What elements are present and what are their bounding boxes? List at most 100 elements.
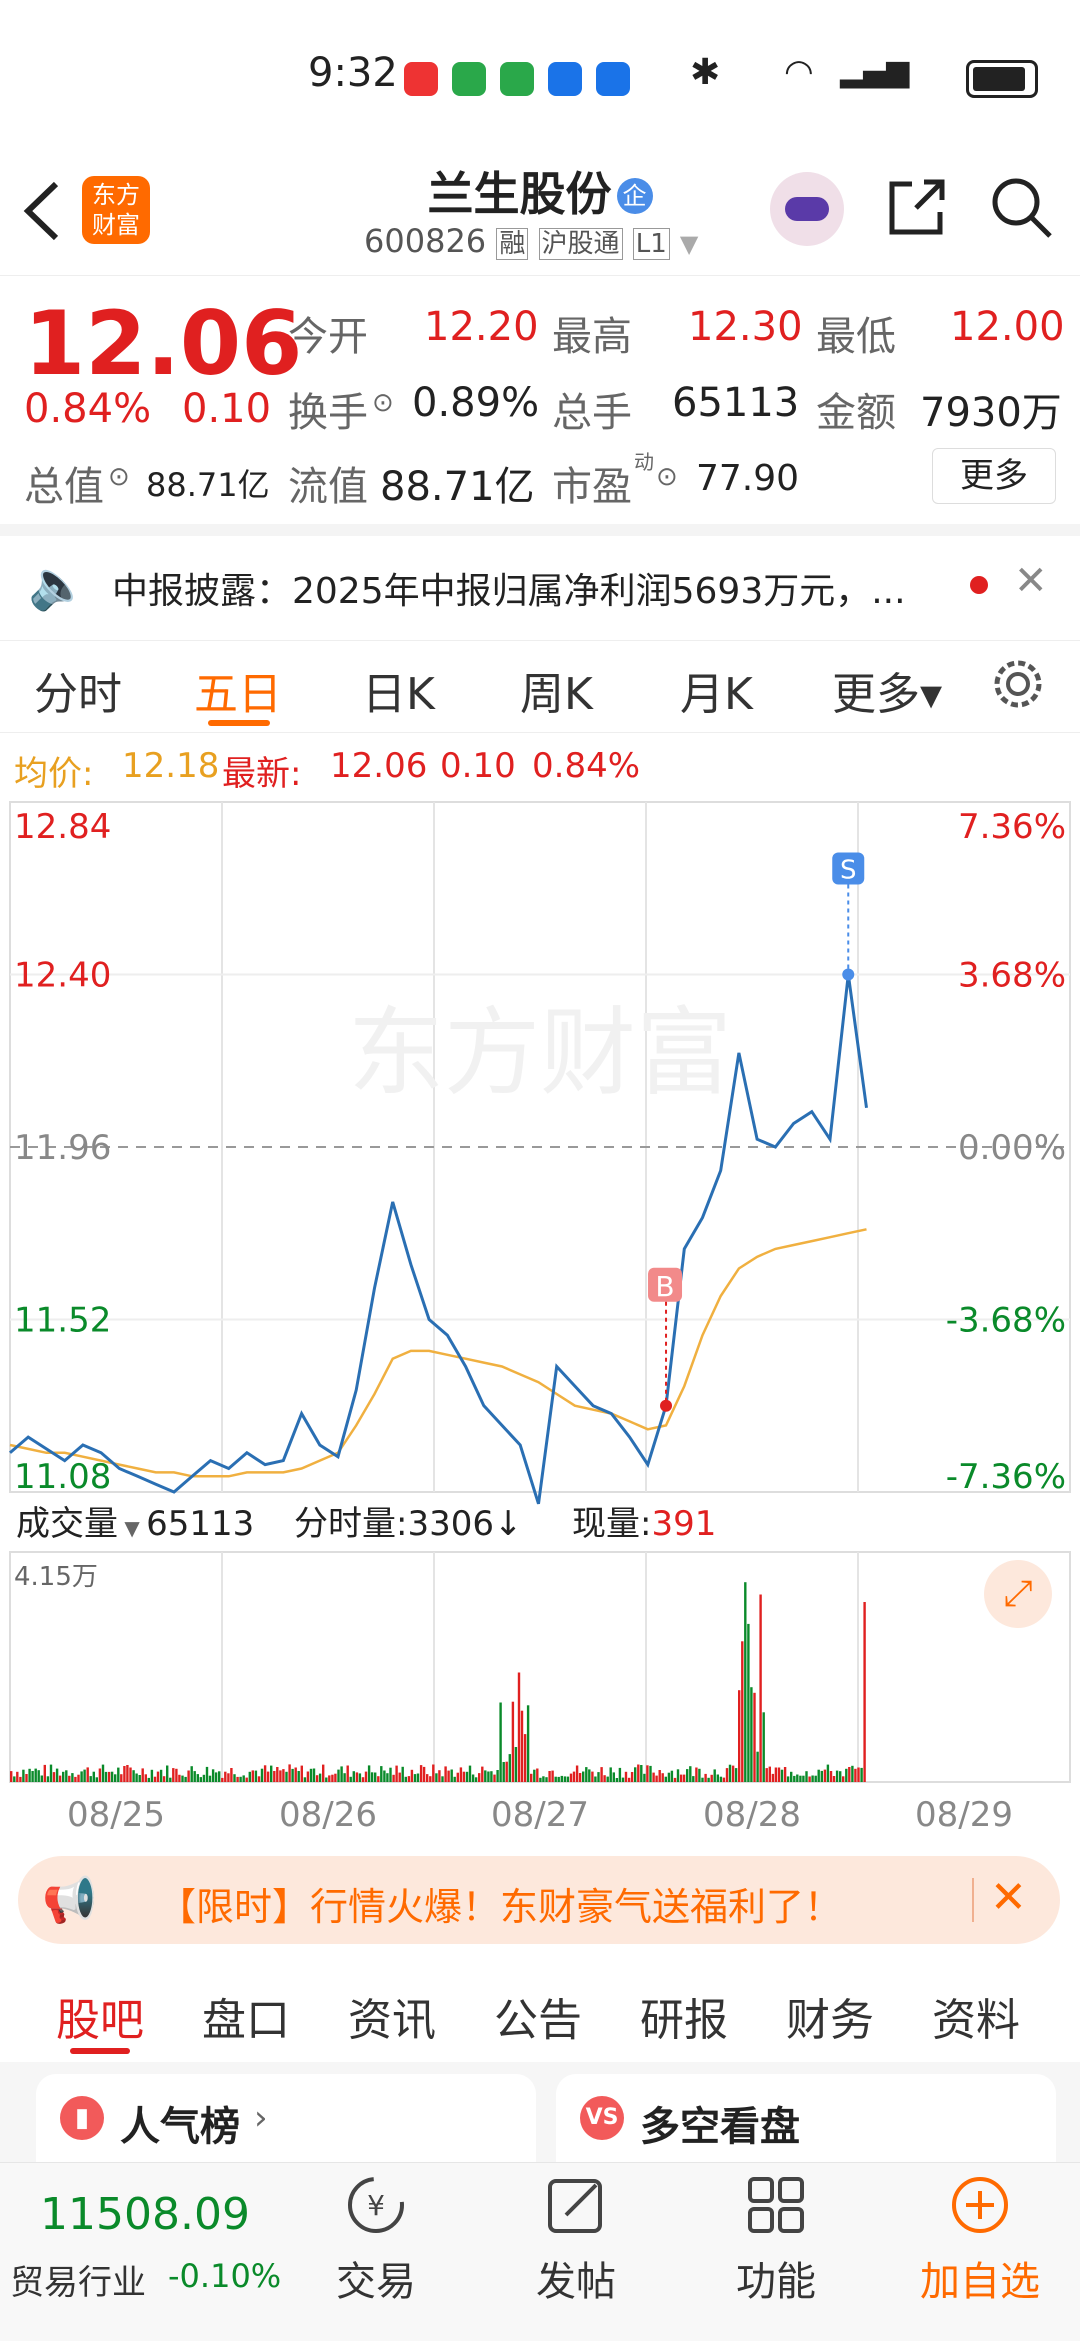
volume-bar — [499, 1702, 502, 1782]
tab-news[interactable]: 资讯 — [348, 1984, 436, 2048]
x-tick-label: 08/27 — [491, 1795, 589, 1835]
news-bar[interactable]: 🔈 中报披露：2025年中报归属净利润5693万元，... ✕ — [0, 524, 1080, 641]
expand-icon[interactable]: ⤢ — [984, 1560, 1052, 1628]
volume-bar — [190, 1766, 193, 1782]
volume-bar — [16, 1771, 19, 1782]
close-icon[interactable]: ✕ — [990, 1872, 1027, 1923]
promo-banner[interactable]: 📢 【限时】行情火爆！东财豪气送福利了！ ✕ — [18, 1856, 1060, 1944]
info-icon[interactable]: ⊙ — [108, 462, 130, 492]
volume-bar — [707, 1777, 710, 1782]
volume-bar — [802, 1775, 805, 1782]
volume-bar — [110, 1771, 114, 1782]
volume-label[interactable]: 成交量 — [16, 1504, 118, 1544]
volume-bar — [823, 1769, 827, 1782]
tab-research[interactable]: 研报 — [640, 1984, 728, 2048]
volume-bar — [303, 1777, 307, 1782]
volume-bar — [367, 1765, 371, 1782]
dropdown-icon[interactable]: ▼ — [118, 1516, 146, 1540]
volume-bar — [343, 1773, 346, 1782]
volume-bar — [695, 1767, 698, 1782]
volume-bar — [392, 1774, 395, 1782]
volume-bar — [655, 1775, 658, 1782]
status-time: 9:32 — [308, 50, 398, 96]
dropdown-icon[interactable]: ▼ — [680, 230, 698, 258]
popularity-card[interactable]: ▮ 人气榜 › — [36, 2074, 536, 2164]
change-amount: 0.10 — [182, 386, 272, 432]
trade-button[interactable]: ¥ 交易 — [306, 2173, 446, 2307]
volume-bar — [814, 1775, 817, 1782]
tab-profile[interactable]: 资料 — [932, 1984, 1020, 2048]
volume-bar — [612, 1772, 615, 1782]
volume-bar — [820, 1770, 823, 1782]
latest-change: 0.10 — [440, 746, 516, 786]
volume-bar — [597, 1772, 600, 1782]
settings-gear-icon[interactable] — [990, 656, 1046, 712]
volume-bar — [658, 1770, 661, 1782]
tab-intraday[interactable]: 分时 — [34, 658, 122, 722]
volume-bar — [377, 1776, 380, 1782]
volume-bar — [698, 1768, 701, 1782]
y-tick-left: 12.40 — [14, 956, 111, 996]
more-button[interactable]: 更多 — [932, 448, 1056, 504]
volume-bar — [374, 1772, 377, 1782]
info-icon[interactable]: ⊙ — [656, 462, 678, 492]
tab-finance[interactable]: 财务 — [786, 1984, 874, 2048]
volume-bar — [218, 1771, 221, 1782]
volume-bar — [557, 1776, 560, 1782]
volume-bar — [181, 1775, 184, 1782]
turnover-label: 换手 — [288, 390, 368, 436]
yen-cycle-icon: ¥ — [348, 2177, 404, 2233]
volume-bar — [456, 1772, 459, 1782]
close-icon[interactable]: ✕ — [1014, 558, 1048, 604]
volume-bar — [416, 1773, 420, 1782]
volume-bar — [202, 1774, 206, 1782]
tab-weekly-k[interactable]: 周K — [520, 658, 593, 722]
assistant-avatar-icon[interactable] — [770, 172, 844, 246]
index-name[interactable]: 贸易行业 — [10, 2255, 146, 2304]
low-value: 12.00 — [950, 304, 1065, 350]
search-icon[interactable] — [990, 176, 1054, 240]
volume-bar — [297, 1771, 300, 1782]
volume-bar — [65, 1770, 68, 1782]
current-volume-label: 现量: — [572, 1504, 652, 1544]
volume-bar — [777, 1767, 781, 1782]
volume-bar — [71, 1773, 74, 1782]
volume-bar — [306, 1771, 310, 1782]
tab-five-day[interactable]: 五日 — [194, 658, 282, 722]
index-value[interactable]: 11508.09 — [40, 2189, 250, 2240]
functions-button[interactable]: 功能 — [706, 2173, 846, 2307]
volume-bar — [328, 1775, 331, 1782]
price-chart[interactable]: 东方财富 BS 12.84 7.36% 12.40 3.68% 11.96 0.00% 11… — [0, 796, 1080, 1846]
promo-text[interactable]: 【限时】行情火爆！东财豪气送福利了！ — [158, 1876, 842, 1931]
volume-bar — [750, 1687, 753, 1782]
volume-bar — [429, 1776, 432, 1782]
tab-announcements[interactable]: 公告 — [494, 1984, 582, 2048]
post-button[interactable]: 发帖 — [506, 2173, 646, 2307]
volume-bar — [634, 1767, 637, 1782]
volume-bar — [771, 1773, 775, 1782]
volume-bar — [652, 1772, 655, 1782]
tab-monthly-k[interactable]: 月K — [680, 658, 753, 722]
app-notification-icon — [548, 62, 582, 96]
tab-guba[interactable]: 股吧 — [56, 1984, 144, 2048]
volume-bar — [172, 1768, 175, 1782]
share-icon[interactable] — [886, 176, 948, 238]
bull-bear-card[interactable]: VS 多空看盘 — [556, 2074, 1056, 2164]
chart-bars-icon: ▮ — [60, 2096, 104, 2140]
info-icon[interactable]: ⊙ — [372, 388, 394, 418]
volume-bar — [627, 1777, 631, 1782]
volume-bar — [398, 1772, 401, 1782]
five-day-chart-svg[interactable]: 东方财富 BS 12.84 7.36%12.40 3.68%11.96 0.00%11… — [0, 796, 1080, 1846]
news-text[interactable]: 中报披露：2025年中报归属净利润5693万元，... — [112, 562, 942, 614]
tab-orderbook[interactable]: 盘口 — [202, 1984, 290, 2048]
volume-label: 总手 — [552, 390, 632, 436]
volume-max-label: 4.15万 — [14, 1562, 98, 1592]
app-notification-icon — [452, 62, 486, 96]
volume-bar — [242, 1775, 245, 1782]
tab-more[interactable]: 更多▾ — [832, 658, 942, 722]
volume-bar — [783, 1767, 787, 1782]
svg-text:¥: ¥ — [367, 2189, 385, 2222]
tab-daily-k[interactable]: 日K — [362, 658, 435, 722]
add-watchlist-button[interactable]: 加自选 — [910, 2173, 1050, 2307]
volume-bar — [49, 1764, 53, 1782]
